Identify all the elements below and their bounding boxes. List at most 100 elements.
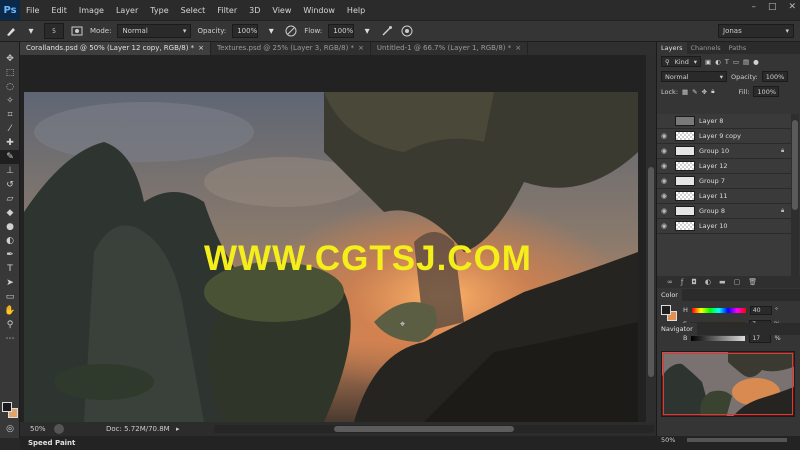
quick-mask-icon[interactable]: ◎ (0, 422, 20, 436)
eye-icon[interactable]: ◉ (657, 147, 671, 155)
opacity-input[interactable]: 100% (232, 24, 259, 38)
tab-corallands[interactable]: Corallands.psd @ 50% (Layer 12 copy, RGB… (20, 42, 212, 55)
layer-kind-filter[interactable]: ⚲ Kind ▾ (661, 56, 701, 67)
layer-row[interactable]: ◉ Group 10 🔒︎ (657, 144, 791, 159)
layer-row[interactable]: ◉ Layer 9 copy (657, 129, 791, 144)
crop-tool-icon[interactable]: ⌗ (0, 108, 20, 122)
brush-tool-icon[interactable]: ✎ (0, 150, 20, 164)
quick-select-tool-icon[interactable]: ✧ (0, 94, 20, 108)
new-layer-icon[interactable]: ▢ (734, 278, 741, 286)
color-swatches[interactable] (2, 402, 18, 418)
scroll-thumb[interactable] (792, 120, 798, 210)
canvas-horizontal-scrollbar[interactable] (214, 425, 654, 433)
eye-icon[interactable]: ◉ (657, 177, 671, 185)
eye-icon[interactable]: ◉ (657, 222, 671, 230)
menu-view[interactable]: View (266, 6, 297, 15)
layer-row[interactable]: ◉ Group 8 🔒︎ (657, 204, 791, 219)
delete-layer-icon[interactable]: 🗑︎ (748, 278, 757, 286)
close-icon[interactable]: × (358, 44, 364, 52)
foreground-color-swatch[interactable] (661, 305, 671, 315)
brush-size-picker[interactable]: 5 (44, 23, 64, 39)
hue-slider-row[interactable]: H 40 ° (683, 305, 799, 315)
menu-image[interactable]: Image (73, 6, 110, 15)
eye-icon[interactable]: ◉ (657, 162, 671, 170)
mode-select[interactable]: Normal ▾ (117, 24, 192, 38)
layer-style-icon[interactable]: ƒ (681, 278, 683, 286)
menu-type[interactable]: Type (144, 6, 174, 15)
workspace-select[interactable]: Jonas ▾ (718, 24, 794, 38)
layers-scrollbar[interactable] (791, 114, 799, 276)
dodge-tool-icon[interactable]: ◐ (0, 234, 20, 248)
brush-panel-icon[interactable] (70, 24, 84, 38)
eyedropper-tool-icon[interactable]: ⁄ (0, 122, 20, 136)
zoom-tool-icon[interactable]: ⚲ (0, 318, 20, 332)
history-brush-tool-icon[interactable]: ↺ (0, 178, 20, 192)
menu-layer[interactable]: Layer (110, 6, 144, 15)
blend-mode-select[interactable]: Normal ▾ (661, 71, 727, 82)
pressure-opacity-icon[interactable] (284, 24, 298, 38)
layer-opacity-input[interactable]: 100% (761, 71, 788, 82)
tab-textures[interactable]: Textures.psd @ 25% (Layer 3, RGB/8) * × (211, 42, 371, 55)
pen-tool-icon[interactable]: ✒ (0, 248, 20, 262)
lock-pixels-icon[interactable]: ✎ (692, 88, 697, 96)
layer-row[interactable]: ◉ Layer 11 (657, 189, 791, 204)
tab-speed-paint[interactable]: Speed Paint (20, 439, 83, 447)
canvas-area[interactable]: WWW.CGTSJ.COM ⌖ (20, 55, 646, 422)
hue-value[interactable]: 40 (749, 305, 772, 315)
menu-select[interactable]: Select (175, 6, 212, 15)
filter-type-icon[interactable]: T (725, 58, 729, 66)
filter-smart-object-icon[interactable]: ▤ (743, 58, 749, 66)
hue-slider[interactable] (691, 307, 746, 313)
menu-filter[interactable]: Filter (211, 6, 243, 15)
status-zoom[interactable]: 50% (20, 425, 50, 433)
paint-bucket-tool-icon[interactable]: ◆ (0, 206, 20, 220)
layer-row[interactable]: ◉ Layer 10 (657, 219, 791, 234)
navigator-zoom-slider[interactable] (687, 438, 787, 442)
scroll-thumb[interactable] (648, 167, 654, 377)
filter-pixel-icon[interactable]: ▣ (705, 58, 711, 66)
scroll-thumb[interactable] (334, 426, 514, 432)
add-mask-icon[interactable]: ◘ (691, 278, 697, 286)
layer-row[interactable]: ◉ Layer 12 (657, 159, 791, 174)
lasso-tool-icon[interactable]: ◌ (0, 80, 20, 94)
tab-color[interactable]: Color (657, 289, 682, 301)
pressure-size-icon[interactable] (400, 24, 414, 38)
lock-position-icon[interactable]: ✥ (702, 88, 707, 96)
eraser-tool-icon[interactable]: ▱ (0, 192, 20, 206)
foreground-color-swatch[interactable] (2, 402, 12, 412)
navigator-view-box[interactable] (663, 353, 793, 415)
tab-paths[interactable]: Paths (725, 42, 751, 54)
blur-tool-icon[interactable]: ● (0, 220, 20, 234)
painting-canvas[interactable]: WWW.CGTSJ.COM ⌖ (24, 92, 638, 422)
link-layers-icon[interactable]: ∞ (667, 278, 673, 286)
filter-toggle-icon[interactable]: ● (753, 58, 759, 66)
maximize-icon[interactable]: □ (768, 2, 777, 12)
brush-tool-icon[interactable] (4, 24, 18, 38)
chevron-down-icon[interactable]: ▾ (24, 24, 38, 38)
eye-icon[interactable]: ◉ (657, 207, 671, 215)
path-select-tool-icon[interactable]: ➤ (0, 276, 20, 290)
layer-row[interactable]: Layer 8 (657, 114, 791, 129)
clone-stamp-tool-icon[interactable]: ⊥ (0, 164, 20, 178)
navigator-zoom-value[interactable]: 50% (661, 436, 675, 444)
airbrush-icon[interactable] (380, 24, 394, 38)
menu-3d[interactable]: 3D (243, 6, 266, 15)
new-group-icon[interactable]: ▬ (719, 278, 726, 286)
eye-icon[interactable]: ◉ (657, 192, 671, 200)
menu-help[interactable]: Help (341, 6, 371, 15)
menu-window[interactable]: Window (297, 6, 341, 15)
canvas-vertical-scrollbar[interactable] (646, 55, 656, 422)
move-tool-icon[interactable]: ✥ (0, 52, 20, 66)
fill-input[interactable]: 100% (753, 86, 780, 97)
shape-tool-icon[interactable]: ▭ (0, 290, 20, 304)
status-menu-arrow-icon[interactable]: ▸ (176, 425, 180, 433)
minimize-icon[interactable]: – (751, 2, 756, 12)
filter-shape-icon[interactable]: ▭ (733, 58, 739, 66)
tab-channels[interactable]: Channels (687, 42, 725, 54)
marquee-tool-icon[interactable]: ⬚ (0, 66, 20, 80)
lock-all-icon[interactable]: 🔒︎ (711, 87, 714, 96)
color-panel-swatches[interactable] (661, 305, 677, 321)
flow-input[interactable]: 100% (328, 24, 355, 38)
tab-navigator[interactable]: Navigator (657, 323, 697, 335)
filter-adjustment-icon[interactable]: ◐ (715, 58, 721, 66)
